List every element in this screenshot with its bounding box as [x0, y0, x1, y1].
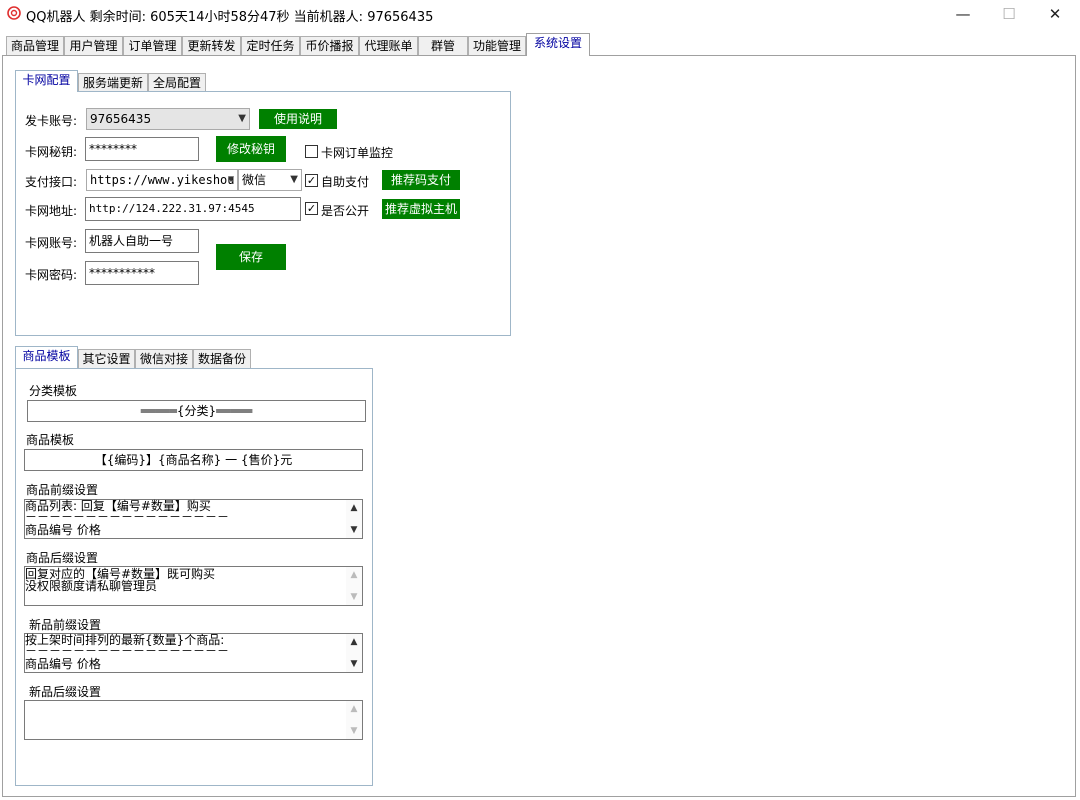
- new-suffix-scrollbar[interactable]: ▲ ▼: [346, 701, 362, 739]
- qq-app-icon: [7, 6, 21, 20]
- tab-update-forward[interactable]: 更新转发: [182, 36, 241, 55]
- tab-agent-bill[interactable]: 代理账单: [359, 36, 418, 55]
- scroll-down-icon[interactable]: ▼: [346, 589, 362, 605]
- new-suffix-label: 新品后缀设置: [29, 685, 102, 699]
- scroll-up-icon[interactable]: ▲: [346, 701, 362, 717]
- main-tab-strip: 商品管理 用户管理 订单管理 更新转发 定时任务 币价播报 代理账单 群管 功能…: [0, 32, 1080, 56]
- tab-order-management[interactable]: 订单管理: [123, 36, 182, 55]
- change-secret-button[interactable]: 修改秘钥: [216, 136, 286, 162]
- new-prefix-scrollbar[interactable]: ▲ ▼: [346, 634, 362, 672]
- subtab-product-template[interactable]: 商品模板: [15, 346, 78, 368]
- account-value: 97656435: [90, 112, 152, 126]
- new-prefix-label: 新品前缀设置: [29, 618, 102, 632]
- category-template-input[interactable]: ═════{分类}═════: [27, 400, 366, 422]
- payment-method-value: 微信: [242, 173, 267, 187]
- subtab-wechat-integration[interactable]: 微信对接: [135, 349, 193, 368]
- payment-url-value: https://www.yikeshou.: [90, 173, 238, 187]
- scroll-down-icon[interactable]: ▼: [346, 522, 362, 538]
- order-monitor-checkbox[interactable]: [305, 145, 318, 158]
- account-label: 发卡账号:: [25, 114, 78, 128]
- save-button[interactable]: 保存: [216, 244, 286, 270]
- card-account-label: 卡网账号:: [25, 236, 78, 250]
- payment-url-select[interactable]: https://www.yikeshou. ▼: [86, 169, 238, 191]
- usage-instructions-button[interactable]: 使用说明: [259, 109, 337, 129]
- chevron-down-icon: ▼: [290, 174, 298, 185]
- scroll-up-icon[interactable]: ▲: [346, 500, 362, 516]
- minimize-button[interactable]: —: [940, 0, 986, 28]
- tab-user-management[interactable]: 用户管理: [64, 36, 123, 55]
- secret-input[interactable]: ********: [85, 137, 199, 161]
- secret-label: 卡网秘钥:: [25, 145, 78, 159]
- prefix-scrollbar[interactable]: ▲ ▼: [346, 500, 362, 538]
- public-checkbox[interactable]: ✓: [305, 202, 318, 215]
- auto-pay-checkbox[interactable]: ✓: [305, 174, 318, 187]
- prefix-textarea[interactable]: 商品列表: 回复【编号#数量】购买 －－－－－－－－－－－－－－－－－ 商品编号…: [24, 499, 363, 539]
- subtab-card-config[interactable]: 卡网配置: [15, 70, 78, 92]
- scroll-down-icon[interactable]: ▼: [346, 656, 362, 672]
- template-panel: 分类模板 ═════{分类}═════ 商品模板 【{编码}】{商品名称} 一 …: [15, 368, 373, 786]
- new-prefix-line: 商品编号 价格: [25, 657, 101, 671]
- payment-label: 支付接口:: [25, 175, 78, 189]
- payment-method-select[interactable]: 微信 ▼: [238, 169, 302, 191]
- tab-function-management[interactable]: 功能管理: [468, 36, 526, 55]
- card-password-label: 卡网密码:: [25, 268, 78, 282]
- scroll-up-icon[interactable]: ▲: [346, 567, 362, 583]
- tab-coin-price[interactable]: 币价播报: [300, 36, 359, 55]
- recommend-virtual-host-button[interactable]: 推荐虚拟主机: [382, 199, 460, 219]
- close-button[interactable]: ✕: [1032, 0, 1078, 28]
- order-monitor-label: 卡网订单监控: [321, 146, 394, 160]
- window-title: QQ机器人 剩余时间: 605天14小时58分47秒 当前机器人: 976564…: [26, 10, 434, 25]
- system-settings-panel: 卡网配置 服务端更新 全局配置 发卡账号: 97656435 ▼ 使用说明 卡网…: [2, 55, 1076, 797]
- address-label: 卡网地址:: [25, 204, 78, 218]
- public-label: 是否公开: [321, 204, 370, 218]
- category-template-label: 分类模板: [29, 384, 78, 398]
- card-account-input[interactable]: 机器人自助一号: [85, 229, 199, 253]
- chevron-down-icon: ▼: [227, 174, 234, 185]
- product-template-label: 商品模板: [26, 433, 75, 447]
- prefix-label: 商品前缀设置: [26, 483, 99, 497]
- recommend-code-pay-button[interactable]: 推荐码支付: [382, 170, 460, 190]
- tab-scheduled-tasks[interactable]: 定时任务: [241, 36, 300, 55]
- suffix-line: 没权限额度请私聊管理员: [25, 579, 158, 593]
- subtab-other-settings[interactable]: 其它设置: [78, 349, 135, 368]
- subtab-server-update[interactable]: 服务端更新: [78, 73, 148, 92]
- auto-pay-label: 自助支付: [321, 175, 370, 189]
- address-input[interactable]: http://124.222.31.97:4545: [85, 197, 301, 221]
- new-prefix-textarea[interactable]: 按上架时间排列的最新{数量}个商品: －－－－－－－－－－－－－－－－－ 商品编…: [24, 633, 363, 673]
- suffix-textarea[interactable]: 回复对应的【编号#数量】既可购买 没权限额度请私聊管理员 ▲ ▼: [24, 566, 363, 606]
- account-select[interactable]: 97656435 ▼: [86, 108, 250, 130]
- subtab-data-backup[interactable]: 数据备份: [193, 349, 251, 368]
- suffix-label: 商品后缀设置: [26, 551, 99, 565]
- tab-product-management[interactable]: 商品管理: [6, 36, 64, 55]
- subtab-global-config[interactable]: 全局配置: [148, 73, 206, 92]
- prefix-line: 商品编号 价格: [25, 523, 101, 537]
- scroll-down-icon[interactable]: ▼: [346, 723, 362, 739]
- suffix-scrollbar[interactable]: ▲ ▼: [346, 567, 362, 605]
- tab-system-settings[interactable]: 系统设置: [526, 33, 590, 56]
- chevron-down-icon: ▼: [238, 113, 246, 124]
- new-suffix-textarea[interactable]: ▲ ▼: [24, 700, 363, 740]
- maximize-button[interactable]: ☐: [986, 0, 1032, 28]
- card-password-input[interactable]: ***********: [85, 261, 199, 285]
- tab-group-management[interactable]: 群管: [418, 36, 468, 55]
- scroll-up-icon[interactable]: ▲: [346, 634, 362, 650]
- title-bar: QQ机器人 剩余时间: 605天14小时58分47秒 当前机器人: 976564…: [0, 0, 1080, 28]
- product-template-input[interactable]: 【{编码}】{商品名称} 一 {售价}元: [24, 449, 363, 471]
- card-config-panel: 发卡账号: 97656435 ▼ 使用说明 卡网秘钥: ******** 修改秘…: [15, 91, 511, 336]
